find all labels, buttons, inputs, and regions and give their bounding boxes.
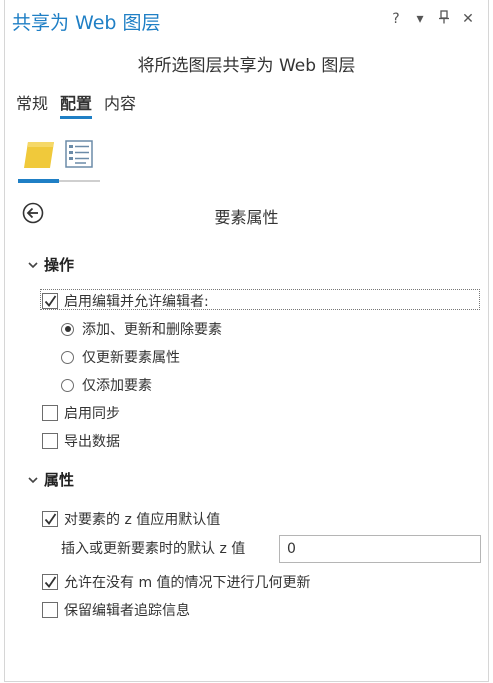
allow-geometry-updates-checkbox[interactable] xyxy=(42,574,58,590)
enable-editing-checkbox[interactable] xyxy=(42,293,58,309)
apply-z-default-checkbox[interactable] xyxy=(42,511,58,527)
export-data-row[interactable]: 导出数据 xyxy=(42,431,120,451)
properties-group-label: 属性 xyxy=(44,471,75,489)
allow-geometry-updates-label: 允许在没有 m 值的情况下进行几何更新 xyxy=(64,575,311,591)
keep-tracking-checkbox[interactable] xyxy=(42,602,58,618)
panel-title: 要素属性 xyxy=(214,208,279,227)
operations-group-header[interactable]: 操作 xyxy=(28,254,74,275)
properties-list-icon[interactable] xyxy=(62,138,98,174)
tab-configuration[interactable]: 配置 xyxy=(60,90,93,119)
operations-group-label: 操作 xyxy=(44,256,75,274)
option-row-add-only[interactable]: 仅添加要素 xyxy=(61,375,152,395)
config-icon-bar xyxy=(18,138,100,184)
option-row-update-attributes[interactable]: 仅更新要素属性 xyxy=(61,347,180,367)
tab-general[interactable]: 常规 xyxy=(16,90,48,119)
pin-icon[interactable] xyxy=(437,10,451,28)
properties-group-header[interactable]: 属性 xyxy=(28,469,74,490)
export-data-checkbox[interactable] xyxy=(42,433,58,449)
add-update-delete-radio[interactable] xyxy=(61,322,74,336)
apply-z-default-label: 对要素的 z 值应用默认值 xyxy=(64,512,221,528)
menu-dropdown-icon[interactable]: ▾ xyxy=(413,11,427,27)
add-only-label: 仅添加要素 xyxy=(82,378,152,394)
chevron-down-icon xyxy=(28,476,38,483)
keep-tracking-row[interactable]: 保留编辑者追踪信息 xyxy=(42,600,190,620)
title-controls: ? ▾ ✕ xyxy=(389,10,475,28)
z-default-input[interactable]: 0 xyxy=(279,535,481,563)
add-only-radio[interactable] xyxy=(61,378,74,392)
enable-sync-label: 启用同步 xyxy=(64,406,120,422)
enable-sync-checkbox[interactable] xyxy=(42,405,58,421)
pane-title: 共享为 Web 图层 xyxy=(12,12,161,34)
chevron-down-icon xyxy=(28,261,38,268)
update-attributes-radio[interactable] xyxy=(61,350,74,364)
export-data-label: 导出数据 xyxy=(64,434,120,450)
help-icon[interactable]: ? xyxy=(389,11,403,27)
keep-tracking-label: 保留编辑者追踪信息 xyxy=(64,603,190,619)
dialog-subtitle: 将所选图层共享为 Web 图层 xyxy=(137,56,356,76)
tab-strip: 常规 配置 内容 xyxy=(16,90,136,119)
enable-sync-row[interactable]: 启用同步 xyxy=(42,403,120,423)
apply-z-default-row[interactable]: 对要素的 z 值应用默认值 xyxy=(42,509,220,529)
icon-bar-active-indicator xyxy=(18,179,59,183)
close-icon[interactable]: ✕ xyxy=(461,11,475,27)
enable-editing-row[interactable]: 启用编辑并允许编辑者: xyxy=(42,291,209,311)
add-update-delete-label: 添加、更新和删除要素 xyxy=(82,322,222,338)
option-row-add-update-delete[interactable]: 添加、更新和删除要素 xyxy=(61,319,222,339)
enable-editing-label: 启用编辑并允许编辑者: xyxy=(64,294,209,310)
allow-geometry-updates-row[interactable]: 允许在没有 m 值的情况下进行几何更新 xyxy=(42,572,311,592)
tab-content[interactable]: 内容 xyxy=(104,90,136,119)
layer-icon[interactable] xyxy=(20,138,56,174)
update-attributes-label: 仅更新要素属性 xyxy=(82,350,180,366)
z-default-label: 插入或更新要素时的默认 z 值 xyxy=(61,541,246,557)
